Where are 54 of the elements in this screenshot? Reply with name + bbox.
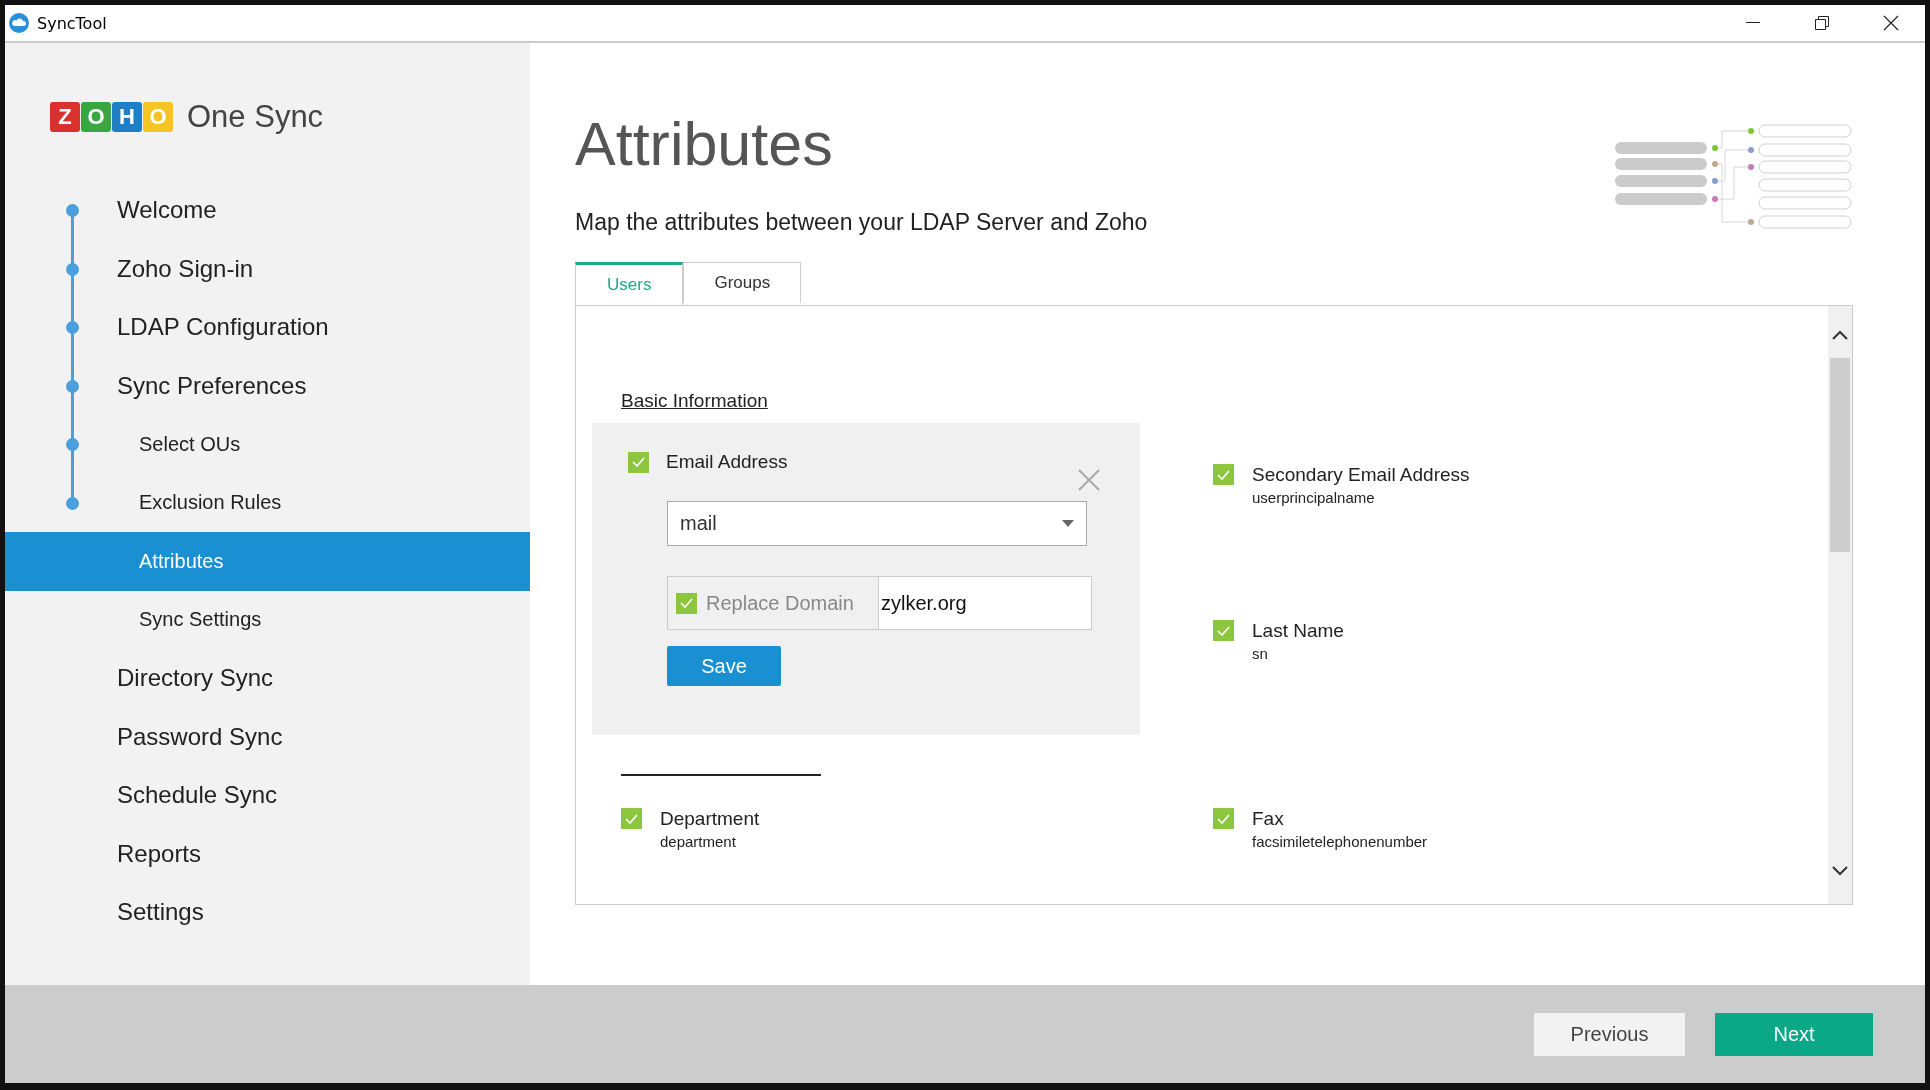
save-button[interactable]: Save — [667, 646, 781, 686]
sidebar-item[interactable]: Sync Settings — [5, 590, 530, 649]
scrollbar[interactable] — [1828, 306, 1852, 904]
attribute-label: Department — [660, 808, 760, 830]
minimize-icon[interactable] — [1745, 22, 1760, 24]
window-title: SyncTool — [37, 13, 107, 33]
domain-field[interactable]: zylker.org — [879, 576, 1092, 630]
checkmark-icon — [632, 457, 645, 467]
attribute-dropdown[interactable]: mail — [667, 501, 1087, 546]
cloud-icon — [9, 13, 29, 33]
checkbox[interactable] — [621, 808, 642, 829]
caret-icon — [1062, 520, 1074, 527]
section-heading[interactable]: Basic Information — [621, 390, 768, 412]
scroll-up-icon[interactable] — [1832, 330, 1848, 340]
checkbox[interactable] — [1213, 620, 1234, 641]
sidebar-item[interactable]: Select OUs — [5, 415, 530, 474]
checkbox[interactable] — [628, 451, 649, 473]
checkbox[interactable] — [1213, 808, 1234, 829]
checkmark-icon — [1217, 625, 1230, 636]
sidebar-item[interactable]: Settings — [5, 883, 530, 942]
sidebar-item[interactable]: Directory Sync — [5, 649, 530, 708]
sidebar-item[interactable]: Welcome — [5, 181, 530, 240]
close-icon[interactable] — [1882, 15, 1899, 31]
checkmark-icon — [625, 813, 638, 824]
page-title: Attributes — [575, 109, 833, 180]
sidebar-item[interactable]: Schedule Sync — [5, 766, 530, 825]
restore-icon[interactable] — [1814, 16, 1829, 30]
zoho-logo: Z O H O — [50, 102, 173, 132]
sidebar-item[interactable]: Sync Preferences — [5, 356, 530, 415]
sidebar-item[interactable]: Zoho Sign-in — [5, 239, 530, 298]
product-name: One Sync — [187, 99, 324, 135]
attribute-label: Last Name — [1252, 620, 1344, 642]
sidebar-item[interactable]: LDAP Configuration — [5, 298, 530, 357]
sidebar-item[interactable]: Reports — [5, 824, 530, 883]
replace-domain-label: Replace Domain — [706, 591, 854, 615]
scroll-down-icon[interactable] — [1832, 866, 1848, 876]
ldap-attribute: sn — [1252, 645, 1269, 662]
checkbox[interactable] — [676, 592, 697, 614]
tab[interactable]: Groups — [683, 262, 802, 303]
previous-button[interactable]: Previous — [1534, 1012, 1685, 1056]
checkmark-icon — [680, 598, 693, 608]
sidebar-item[interactable]: Exclusion Rules — [5, 473, 530, 532]
ldap-attribute: userprincipalname — [1252, 489, 1376, 506]
checkmark-icon — [1217, 813, 1230, 824]
ldap-attribute: department — [660, 833, 737, 850]
page-subtitle: Map the attributes between your LDAP Server and Zoho — [575, 209, 1148, 236]
attribute-label: Email Address — [666, 451, 788, 473]
checkbox[interactable] — [1213, 464, 1234, 485]
sidebar-item[interactable]: Password Sync — [5, 707, 530, 766]
attribute-label: Secondary Email Address — [1252, 464, 1470, 486]
checkmark-icon — [1217, 469, 1230, 480]
ldap-attribute: facsimiletelephonenumber — [1252, 833, 1428, 850]
attribute-label: Fax — [1252, 808, 1285, 830]
sidebar-item[interactable]: Attributes — [5, 532, 530, 591]
